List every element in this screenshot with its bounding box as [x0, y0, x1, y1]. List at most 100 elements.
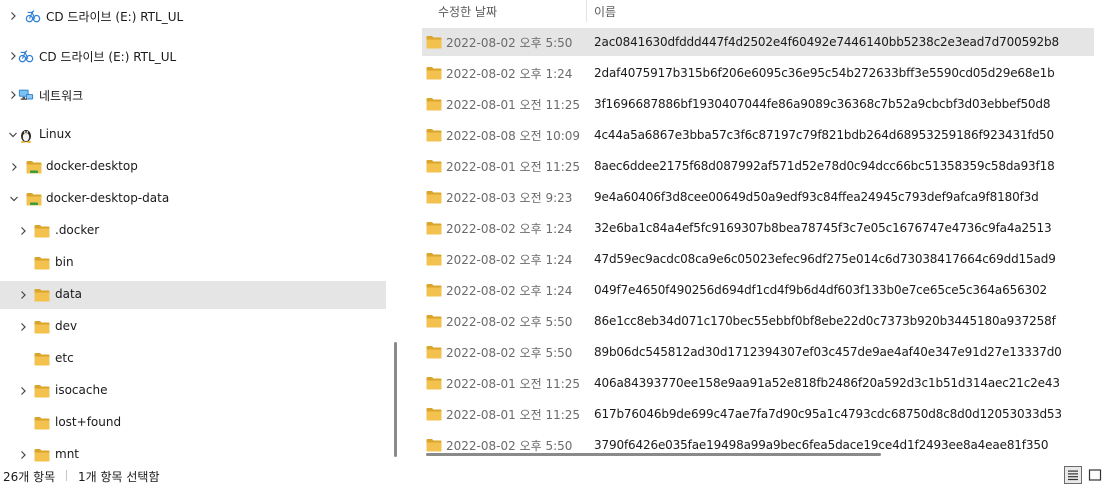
nav-item-data[interactable]: data	[0, 281, 386, 309]
item-count: 26개 항목	[3, 470, 56, 484]
column-divider[interactable]	[586, 0, 587, 22]
file-name: 89b06dc545812ad30d1712394307ef03c457de9a…	[594, 345, 1062, 359]
nav-item-dev[interactable]: dev	[0, 313, 386, 341]
nav-item-docker-desktop[interactable]: docker-desktop	[0, 153, 386, 181]
file-row[interactable]: 2022-08-08 오전 10:09 4c44a5a6867e3bba57c3f…	[422, 121, 1094, 149]
nav-item-lost-found[interactable]: lost+found	[0, 409, 386, 437]
chevron-right-icon[interactable]	[18, 290, 28, 300]
file-row[interactable]: 2022-08-01 오전 11:25 8aec6ddee2175f68d0879…	[422, 152, 1094, 180]
file-list-pane: 수정한 날짜 이름 ^ 2022-08-02 오후 5:50 2ac0841630…	[408, 0, 1106, 464]
folder-icon	[426, 97, 442, 111]
horizontal-scrollbar[interactable]	[426, 453, 881, 456]
folder-icon	[426, 35, 442, 49]
nav-item-label: CD 드라이브 (E:) RTL_UL	[39, 50, 177, 64]
nav-item-label: CD 드라이브 (E:) RTL_UL	[46, 10, 184, 24]
folder-icon	[426, 128, 442, 142]
file-name: 86e1cc8eb34d071c170bec55ebbf0bf8ebe22d0c…	[594, 314, 1056, 328]
folder-icon	[34, 383, 50, 399]
file-name: 406a84393770ee158e9aa91a52e818fb2486f20a…	[594, 376, 1060, 390]
file-row[interactable]: 2022-08-02 오후 1:24 049f7e4650f490256d694d…	[422, 276, 1094, 304]
nav-item-mnt[interactable]: mnt	[0, 441, 386, 464]
file-name: 47d59ec9acdc08ca9e6c05023efec96df275e014…	[594, 252, 1056, 266]
file-row[interactable]: 2022-08-01 오전 11:25 617b76046b9de699c47ae…	[422, 400, 1094, 428]
chevron-right-icon[interactable]	[8, 11, 18, 21]
status-separator	[66, 470, 67, 481]
navigation-scrollbar[interactable]	[394, 342, 397, 457]
file-name: 4c44a5a6867e3bba57c3f6c87197c79f821bdb26…	[594, 128, 1055, 142]
file-modified-date: 2022-08-02 오후 5:50	[446, 314, 573, 329]
folder-icon	[34, 447, 50, 463]
file-modified-date: 2022-08-02 오후 5:50	[446, 345, 573, 360]
column-header-name[interactable]: 이름	[594, 3, 616, 20]
file-modified-date: 2022-08-02 오후 1:24	[446, 283, 573, 298]
folder-icon	[34, 223, 50, 239]
file-modified-date: 2022-08-02 오후 5:50	[446, 35, 573, 50]
file-name: 049f7e4650f490256d694df1cd4f9b6d4df603f1…	[594, 283, 1048, 297]
nav-item-docker-desktop-data[interactable]: docker-desktop-data	[0, 185, 386, 213]
file-row[interactable]: 2022-08-03 오전 9:23 9e4a60406f3d8cee00649d…	[422, 183, 1094, 211]
file-row[interactable]: 2022-08-02 오후 1:24 47d59ec9acdc08ca9e6c05…	[422, 245, 1094, 273]
file-modified-date: 2022-08-02 오후 1:24	[446, 221, 573, 236]
file-name: 3790f6426e035fae19498a99a9bec6fea5dace19…	[594, 438, 1049, 452]
file-row[interactable]: 2022-08-02 오후 5:50 2ac0841630dfddd447f4d2…	[422, 28, 1094, 56]
chevron-right-icon[interactable]	[18, 450, 28, 460]
folder-icon	[426, 221, 442, 235]
chevron-right-icon[interactable]	[18, 386, 28, 396]
file-row[interactable]: 2022-08-02 오후 1:24 32e6ba1c84a4ef5fc91693…	[422, 214, 1094, 242]
file-modified-date: 2022-08-01 오전 11:25	[446, 159, 581, 174]
chevron-right-icon[interactable]	[18, 226, 28, 236]
file-row[interactable]: 2022-08-01 오전 11:25 3f1696687886bf1930407…	[422, 90, 1094, 118]
file-name: 8aec6ddee2175f68d087992af571d52e78d0c94d…	[594, 159, 1055, 173]
file-row[interactable]: 2022-08-02 오후 1:24 2daf4075917b315b6f206e…	[422, 59, 1094, 87]
folder-icon	[34, 351, 50, 367]
details-view-icon	[1068, 470, 1078, 481]
nav-item-docker[interactable]: .docker	[0, 217, 386, 245]
nav-item-label: lost+found	[55, 415, 122, 429]
file-row[interactable]: 2022-08-02 오후 5:50 89b06dc545812ad30d1712…	[422, 338, 1094, 366]
nav-item-label: etc	[55, 351, 74, 365]
nav-item-cd-드라이브-e-rtl-ul[interactable]: CD 드라이브 (E:) RTL_UL	[0, 2, 386, 30]
file-modified-date: 2022-08-03 오전 9:23	[446, 190, 573, 205]
file-explorer-window: CD 드라이브 (E:) RTL_UL CD 드라이브 (E:) RTL_UL 네트…	[0, 0, 1106, 485]
folder-icon	[34, 255, 50, 271]
nav-item-label: isocache	[55, 383, 108, 397]
file-name: 2daf4075917b315b6f206e6095c36e95c54b2726…	[594, 66, 1055, 80]
tiles-view-button[interactable]	[1086, 466, 1104, 484]
chevron-right-icon[interactable]	[9, 162, 19, 172]
tiles-view-icon	[1088, 469, 1102, 481]
chevron-down-icon[interactable]	[8, 130, 18, 140]
nav-item-label: .docker	[55, 223, 100, 237]
file-modified-date: 2022-08-02 오후 1:24	[446, 66, 573, 81]
chevron-down-icon[interactable]	[9, 194, 19, 204]
nav-item-cd-드라이브-e-rtl-ul[interactable]: CD 드라이브 (E:) RTL_UL	[0, 42, 386, 70]
nav-item-bin[interactable]: bin	[0, 249, 386, 277]
column-header-date[interactable]: 수정한 날짜	[438, 3, 497, 20]
nav-item-isocache[interactable]: isocache	[0, 377, 386, 405]
chevron-right-icon[interactable]	[8, 51, 18, 61]
file-row[interactable]: 2022-08-01 오전 11:25 406a84393770ee158e9aa…	[422, 369, 1094, 397]
file-modified-date: 2022-08-02 오후 1:24	[446, 252, 573, 267]
file-name: 32e6ba1c84a4ef5fc9169307b8bea78745f3c7e0…	[594, 221, 1052, 235]
cd-drive-icon	[25, 8, 41, 24]
nav-item-label: docker-desktop-data	[46, 191, 170, 205]
folder-icon	[426, 159, 442, 173]
nav-item-linux[interactable]: Linux	[0, 121, 386, 149]
chevron-right-icon[interactable]	[8, 90, 18, 100]
file-row[interactable]: 2022-08-02 오후 5:50 86e1cc8eb34d071c170bec…	[422, 307, 1094, 335]
file-name: 3f1696687886bf1930407044fe86a9089c36368c…	[594, 97, 1051, 111]
folder-icon	[426, 283, 442, 297]
navigation-pane[interactable]: CD 드라이브 (E:) RTL_UL CD 드라이브 (E:) RTL_UL 네트…	[0, 0, 388, 464]
nav-item-label: 네트워크	[39, 89, 84, 103]
chevron-right-icon[interactable]	[18, 322, 28, 332]
nav-item-etc[interactable]: etc	[0, 345, 386, 373]
nav-item-네트워크[interactable]: 네트워크	[0, 81, 386, 109]
folder-icon	[34, 319, 50, 335]
sort-ascending-icon: ^	[853, 0, 862, 7]
file-name: 2ac0841630dfddd447f4d2502e4f60492e744614…	[594, 35, 1059, 49]
file-modified-date: 2022-08-02 오후 5:50	[446, 438, 573, 453]
details-view-button[interactable]	[1064, 466, 1082, 484]
file-modified-date: 2022-08-01 오전 11:25	[446, 376, 581, 391]
folder-icon	[34, 415, 50, 431]
file-modified-date: 2022-08-01 오전 11:25	[446, 407, 581, 422]
folder-icon	[426, 438, 442, 452]
